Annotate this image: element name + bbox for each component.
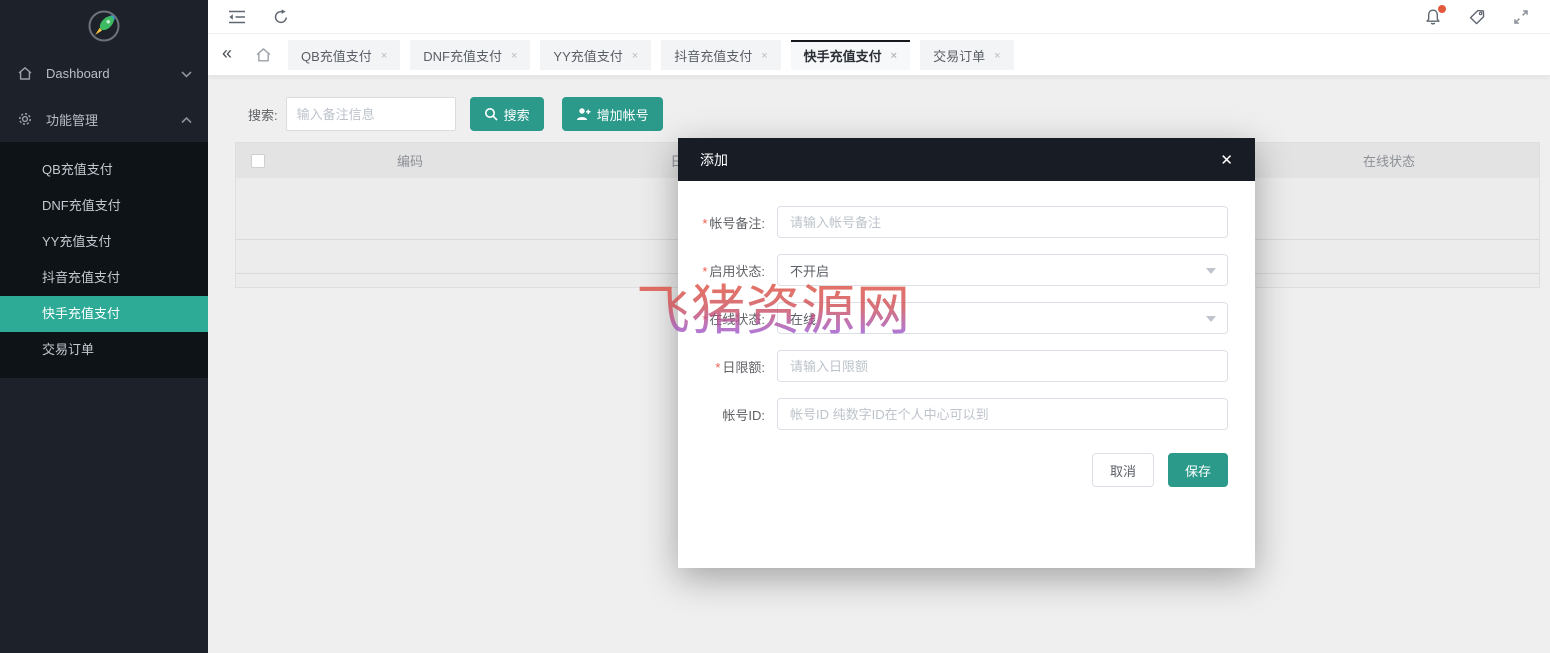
app-logo [0, 0, 208, 50]
sidebar-item-dashboard[interactable]: Dashboard [0, 50, 208, 96]
chevron-down-icon [1206, 316, 1216, 322]
sidebar-item-yy-recharge[interactable]: YY充值支付 [0, 224, 208, 260]
field-label: *在线状态: [678, 309, 777, 328]
tabbar: « QB充值支付 × DNF充值支付 × YY充值支付 × 抖音充值支付 × 快手充值支… [208, 34, 1550, 76]
tab-label: 交易订单 [933, 46, 985, 65]
required-mark: * [715, 360, 720, 375]
chevron-up-icon [181, 112, 192, 127]
field-label-text: 在线状态: [709, 312, 765, 327]
field-label-text: 帐号ID: [722, 408, 765, 423]
fullscreen-icon[interactable] [1510, 6, 1532, 28]
search-button-label: 搜索 [504, 105, 530, 124]
search-button[interactable]: 搜索 [470, 97, 544, 131]
required-mark: * [702, 216, 707, 231]
field-account-note: *帐号备注: [678, 206, 1255, 238]
save-button[interactable]: 保存 [1168, 453, 1228, 487]
field-enable-status: *启用状态: 不开启 [678, 254, 1255, 286]
close-icon[interactable]: × [381, 50, 387, 62]
field-label: *帐号备注: [678, 213, 777, 232]
gear-icon [16, 110, 34, 128]
close-icon[interactable]: × [511, 50, 517, 62]
required-mark: * [702, 264, 707, 279]
tab-label: YY充值支付 [553, 46, 622, 65]
close-icon[interactable]: × [632, 50, 638, 62]
chevron-down-icon [1206, 268, 1216, 274]
select-all-checkbox[interactable] [251, 154, 265, 168]
tag-icon[interactable] [1466, 6, 1488, 28]
sidebar-item-label: 功能管理 [46, 110, 181, 129]
field-label: *日限额: [678, 357, 777, 376]
modal-header: 添加 ✕ [678, 138, 1255, 181]
search-label: 搜索: [248, 105, 278, 124]
modal-body: *帐号备注: *启用状态: 不开启 *在线状态: 在线 *日限额: 帐号ID: [678, 181, 1255, 487]
tab-dnf-recharge[interactable]: DNF充值支付 × [410, 40, 530, 70]
tab-label: DNF充值支付 [423, 46, 502, 65]
add-account-button[interactable]: 增加帐号 [562, 97, 663, 131]
column-header-code: 编码 [280, 151, 540, 170]
sidebar-item-label: Dashboard [46, 66, 181, 81]
field-daily-limit: *日限额: [678, 350, 1255, 382]
sidebar-item-dnf-recharge[interactable]: DNF充值支付 [0, 188, 208, 224]
search-icon [484, 107, 498, 121]
add-account-button-label: 增加帐号 [597, 105, 649, 124]
tabs-scroll-left-icon[interactable]: « [222, 43, 232, 64]
field-label-text: 日限额: [722, 360, 765, 375]
tab-qb-recharge[interactable]: QB充值支付 × [288, 40, 400, 70]
tab-trade-orders[interactable]: 交易订单 × [920, 40, 1013, 70]
close-icon[interactable]: × [994, 50, 1000, 62]
field-label: 帐号ID: [678, 405, 777, 424]
rocket-logo-icon [87, 9, 121, 43]
sidebar-item-function-management[interactable]: 功能管理 [0, 96, 208, 142]
enable-status-select[interactable]: 不开启 [777, 254, 1228, 286]
close-icon[interactable]: ✕ [1220, 151, 1233, 169]
close-icon[interactable]: × [761, 50, 767, 62]
sidebar: Dashboard 功能管理 QB充值支付 DNF充值支付 YY充值支付 抖音充… [0, 0, 208, 653]
account-id-input[interactable] [777, 398, 1228, 430]
online-status-select[interactable]: 在线 [777, 302, 1228, 334]
field-label-text: 启用状态: [709, 264, 765, 279]
topbar [208, 0, 1550, 34]
select-all-cell [236, 154, 280, 168]
tab-label: 抖音充值支付 [674, 46, 752, 65]
tab-label: 快手充值支付 [804, 46, 882, 65]
account-note-input[interactable] [777, 206, 1228, 238]
close-icon[interactable]: × [891, 50, 897, 62]
cancel-button[interactable]: 取消 [1092, 453, 1154, 487]
tab-kuaishou-recharge[interactable]: 快手充值支付 × [791, 40, 910, 70]
sidebar-fold-icon[interactable] [226, 6, 248, 28]
tab-label: QB充值支付 [301, 46, 372, 65]
home-icon [16, 64, 34, 82]
required-mark: * [702, 312, 707, 327]
sidebar-item-douyin-recharge[interactable]: 抖音充值支付 [0, 260, 208, 296]
modal-actions: 取消 保存 [678, 453, 1255, 487]
field-online-status: *在线状态: 在线 [678, 302, 1255, 334]
refresh-icon[interactable] [270, 6, 292, 28]
tab-yy-recharge[interactable]: YY充值支付 × [540, 40, 651, 70]
sidebar-submenu: QB充值支付 DNF充值支付 YY充值支付 抖音充值支付 快手充值支付 交易订单 [0, 142, 208, 378]
sidebar-item-qb-recharge[interactable]: QB充值支付 [0, 152, 208, 188]
sidebar-item-kuaishou-recharge[interactable]: 快手充值支付 [0, 296, 208, 332]
notification-bell-icon[interactable] [1422, 6, 1444, 28]
modal-title: 添加 [700, 150, 728, 170]
column-header-online-status: 在线状态 [1289, 151, 1489, 170]
home-tab-icon[interactable] [246, 40, 280, 70]
sidebar-item-trade-orders[interactable]: 交易订单 [0, 332, 208, 368]
notification-badge [1438, 5, 1446, 13]
field-account-id: 帐号ID: [678, 398, 1255, 430]
chevron-down-icon [181, 66, 192, 81]
add-user-icon [576, 107, 591, 121]
field-label: *启用状态: [678, 261, 777, 280]
tab-douyin-recharge[interactable]: 抖音充值支付 × [661, 40, 780, 70]
search-toolbar: 搜索: 搜索 增加帐号 [248, 97, 1550, 131]
select-value: 在线 [790, 309, 816, 328]
add-account-modal: 添加 ✕ *帐号备注: *启用状态: 不开启 *在线状态: 在线 *日限额: [678, 138, 1255, 568]
select-value: 不开启 [790, 261, 829, 280]
field-label-text: 帐号备注: [709, 216, 765, 231]
daily-limit-input[interactable] [777, 350, 1228, 382]
search-input[interactable] [286, 97, 456, 131]
